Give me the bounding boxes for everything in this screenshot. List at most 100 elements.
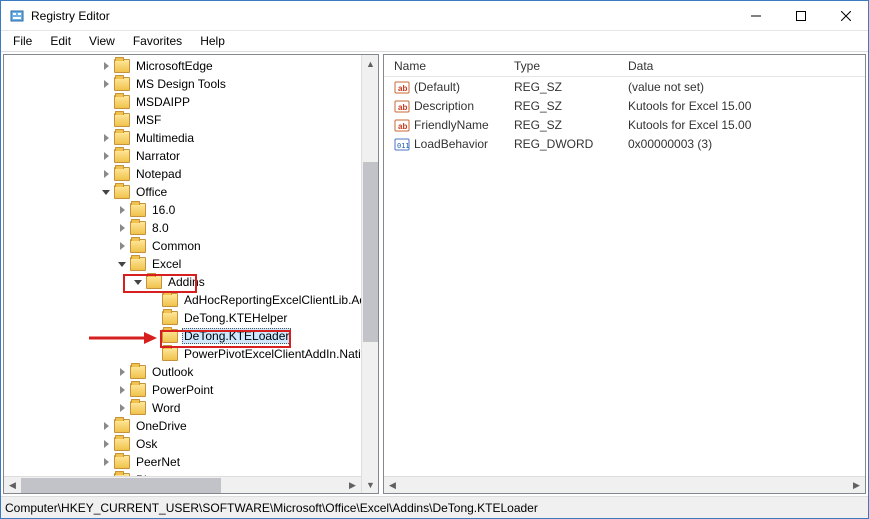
column-header[interactable]: Data <box>622 56 842 76</box>
column-header[interactable]: Name <box>388 56 508 76</box>
registry-tree[interactable]: MicrosoftEdgeMS Design Tools MSDAIPP MSF Mu… <box>4 55 378 493</box>
list-row[interactable]: ab(Default)REG_SZ(value not set) <box>388 77 865 96</box>
tree-item[interactable]: 8.0 <box>4 219 378 237</box>
tree-item[interactable]: PowerPoint <box>4 381 378 399</box>
reg-string-icon: ab <box>394 117 410 133</box>
expander-none <box>100 96 112 108</box>
reg-string-icon: ab <box>394 79 410 95</box>
chevron-down-icon[interactable] <box>116 258 128 270</box>
titlebar[interactable]: Registry Editor <box>1 1 868 31</box>
scroll-right-button[interactable]: ▶ <box>848 477 865 494</box>
menu-edit[interactable]: Edit <box>42 32 79 50</box>
tree-item[interactable]: Common <box>4 237 378 255</box>
menu-view[interactable]: View <box>81 32 123 50</box>
chevron-down-icon[interactable] <box>132 276 144 288</box>
tree-vscroll[interactable]: ▲ ▼ <box>361 55 378 493</box>
tree-item[interactable]: Office <box>4 183 378 201</box>
tree-item[interactable]: DeTong.KTELoader <box>4 327 378 345</box>
svg-text:011: 011 <box>397 142 410 150</box>
scroll-up-button[interactable]: ▲ <box>362 55 379 72</box>
close-button[interactable] <box>823 1 868 30</box>
chevron-right-icon[interactable] <box>100 60 112 72</box>
scroll-left-button[interactable]: ◀ <box>4 477 21 494</box>
chevron-right-icon[interactable] <box>100 420 112 432</box>
svg-text:ab: ab <box>398 122 407 131</box>
tree-item[interactable]: MicrosoftEdge <box>4 57 378 75</box>
listview-header[interactable]: NameTypeData <box>384 55 865 77</box>
tree-hscroll[interactable]: ◀ ▶ <box>4 476 361 493</box>
tree-item-label: OneDrive <box>134 419 189 433</box>
tree-item[interactable]: DeTong.KTEHelper <box>4 309 378 327</box>
folder-icon <box>162 311 178 325</box>
chevron-right-icon[interactable] <box>116 402 128 414</box>
minimize-button[interactable] <box>733 1 778 30</box>
tree-item[interactable]: MSF <box>4 111 378 129</box>
tree-item[interactable]: MSDAIPP <box>4 93 378 111</box>
scroll-thumb-h[interactable] <box>21 478 221 493</box>
chevron-down-icon[interactable] <box>100 186 112 198</box>
tree-item[interactable]: Notepad <box>4 165 378 183</box>
scroll-right-button[interactable]: ▶ <box>344 477 361 494</box>
menu-favorites[interactable]: Favorites <box>125 32 190 50</box>
folder-icon <box>130 383 146 397</box>
chevron-right-icon[interactable] <box>116 204 128 216</box>
list-row[interactable]: 011LoadBehaviorREG_DWORD0x00000003 (3) <box>388 134 865 153</box>
tree-item-label: Outlook <box>150 365 195 379</box>
chevron-right-icon[interactable] <box>100 78 112 90</box>
svg-text:ab: ab <box>398 84 407 93</box>
tree-item[interactable]: Osk <box>4 435 378 453</box>
folder-icon <box>130 401 146 415</box>
reg-string-icon: ab <box>394 98 410 114</box>
chevron-right-icon[interactable] <box>100 132 112 144</box>
chevron-right-icon[interactable] <box>100 150 112 162</box>
content-area: MicrosoftEdgeMS Design Tools MSDAIPP MSF Mu… <box>1 51 868 496</box>
list-row[interactable]: abFriendlyNameREG_SZKutools for Excel 15… <box>388 115 865 134</box>
list-row[interactable]: abDescriptionREG_SZKutools for Excel 15.… <box>388 96 865 115</box>
tree-item-label: MSDAIPP <box>134 95 192 109</box>
tree-item[interactable]: Word <box>4 399 378 417</box>
tree-item[interactable]: Outlook <box>4 363 378 381</box>
folder-icon <box>114 149 130 163</box>
tree-panel: MicrosoftEdgeMS Design Tools MSDAIPP MSF Mu… <box>3 54 379 494</box>
tree-item[interactable]: AdHocReportingExcelClientLib.AdHocReport… <box>4 291 378 309</box>
maximize-button[interactable] <box>778 1 823 30</box>
column-header[interactable]: Type <box>508 56 622 76</box>
svg-text:ab: ab <box>398 103 407 112</box>
tree-item[interactable]: 16.0 <box>4 201 378 219</box>
tree-item[interactable]: Multimedia <box>4 129 378 147</box>
tree-item[interactable]: PowerPivotExcelClientAddIn.NativeEntry.1 <box>4 345 378 363</box>
chevron-right-icon[interactable] <box>116 240 128 252</box>
chevron-right-icon[interactable] <box>116 222 128 234</box>
tree-item[interactable]: Narrator <box>4 147 378 165</box>
expander-none <box>148 330 160 342</box>
folder-icon <box>130 239 146 253</box>
tree-item-label: DeTong.KTELoader <box>182 328 291 344</box>
menu-help[interactable]: Help <box>192 32 233 50</box>
menu-file[interactable]: File <box>5 32 40 50</box>
tree-item[interactable]: Addins <box>4 273 378 291</box>
values-panel: NameTypeData ab(Default)REG_SZ(value not… <box>383 54 866 494</box>
tree-item-label: Multimedia <box>134 131 196 145</box>
tree-item-label: 16.0 <box>150 203 177 217</box>
tree-item[interactable]: OneDrive <box>4 417 378 435</box>
statusbar-path: Computer\HKEY_CURRENT_USER\SOFTWARE\Micr… <box>5 501 538 515</box>
list-hscroll[interactable]: ◀ ▶ <box>384 476 865 493</box>
tree-item[interactable]: MS Design Tools <box>4 75 378 93</box>
app-icon <box>9 8 25 24</box>
values-listview[interactable]: NameTypeData ab(Default)REG_SZ(value not… <box>384 55 865 493</box>
tree-item-label: AdHocReportingExcelClientLib.AdHocReport… <box>182 293 378 307</box>
chevron-right-icon[interactable] <box>116 384 128 396</box>
chevron-right-icon[interactable] <box>100 168 112 180</box>
tree-item-label: 8.0 <box>150 221 171 235</box>
tree-item[interactable]: PeerNet <box>4 453 378 471</box>
scroll-left-button[interactable]: ◀ <box>384 477 401 494</box>
chevron-right-icon[interactable] <box>100 456 112 468</box>
tree-item[interactable]: Excel <box>4 255 378 273</box>
folder-icon <box>162 293 178 307</box>
scroll-down-button[interactable]: ▼ <box>362 476 379 493</box>
chevron-right-icon[interactable] <box>100 438 112 450</box>
folder-icon <box>130 365 146 379</box>
scroll-thumb[interactable] <box>363 162 378 342</box>
chevron-right-icon[interactable] <box>116 366 128 378</box>
value-type: REG_SZ <box>508 77 622 97</box>
